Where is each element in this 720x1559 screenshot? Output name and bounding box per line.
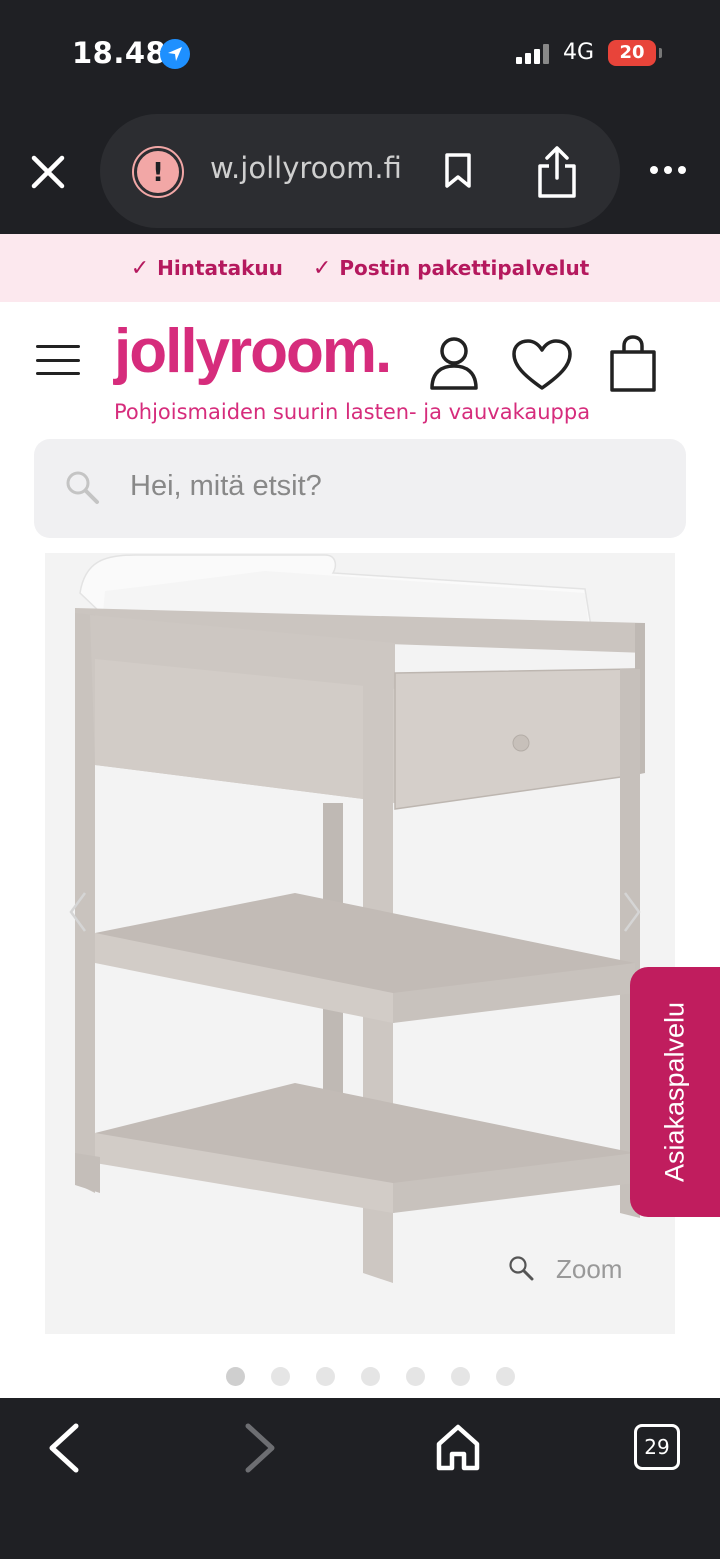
customer-service-tab[interactable]: Asiakaspalvelu	[630, 967, 720, 1217]
product-image[interactable]	[45, 553, 675, 1334]
search-icon	[64, 469, 100, 509]
image-pagination	[226, 1367, 515, 1386]
network-label: 4G	[563, 40, 595, 65]
prev-image-icon[interactable]	[68, 890, 88, 938]
heart-icon[interactable]	[511, 338, 573, 396]
battery-badge: 20	[608, 40, 662, 66]
pagination-dot[interactable]	[496, 1367, 515, 1386]
pagination-dot[interactable]	[271, 1367, 290, 1386]
next-image-icon[interactable]	[622, 890, 642, 938]
pagination-dot[interactable]	[316, 1367, 335, 1386]
location-arrow-icon	[160, 39, 190, 69]
signal-icon	[516, 44, 549, 64]
site-logo[interactable]: jollyroom.	[114, 316, 392, 387]
search-placeholder[interactable]: Hei, mitä etsit?	[130, 470, 322, 503]
warning-icon[interactable]: !	[132, 146, 184, 198]
site-tagline: Pohjoismaiden suurin lasten- ja vauvakau…	[114, 400, 591, 424]
promo-bar: ✓ Hintatakuu ✓ Postin pakettipalvelut	[0, 234, 720, 302]
check-icon: ✓	[130, 255, 150, 281]
status-time: 18.48	[72, 36, 167, 70]
share-icon[interactable]	[534, 144, 580, 204]
pagination-dot[interactable]	[226, 1367, 245, 1386]
browser-bottom-bar	[0, 1398, 720, 1559]
user-icon[interactable]	[428, 334, 480, 396]
zoom-icon	[508, 1255, 534, 1285]
bag-icon[interactable]	[608, 334, 658, 398]
url-text[interactable]: w.jollyroom.fi	[210, 151, 410, 185]
promo-label: Hintatakuu	[157, 256, 283, 280]
close-icon[interactable]	[26, 150, 70, 194]
promo-label: Postin pakettipalvelut	[339, 256, 590, 280]
check-icon: ✓	[312, 255, 332, 281]
customer-service-label: Asiakaspalvelu	[659, 1001, 690, 1183]
forward-icon[interactable]	[240, 1420, 280, 1480]
pagination-dot[interactable]	[406, 1367, 425, 1386]
promo-item: ✓ Postin pakettipalvelut	[313, 256, 589, 281]
pagination-dot[interactable]	[451, 1367, 470, 1386]
browser-top-bar: 18.48 4G 20 ! w.jollyroom.fi	[0, 0, 720, 234]
zoom-button[interactable]: Zoom	[508, 1254, 622, 1285]
hamburger-icon[interactable]	[36, 345, 80, 375]
tabs-icon[interactable]: 29	[634, 1424, 680, 1470]
bookmark-icon[interactable]	[443, 152, 473, 194]
back-icon[interactable]	[44, 1420, 84, 1480]
promo-item: ✓ Hintatakuu	[131, 256, 283, 281]
home-icon[interactable]	[434, 1422, 482, 1476]
search-bar[interactable]: Hei, mitä etsit?	[34, 439, 686, 538]
more-icon[interactable]	[650, 166, 686, 174]
zoom-label: Zoom	[556, 1254, 623, 1284]
pagination-dot[interactable]	[361, 1367, 380, 1386]
